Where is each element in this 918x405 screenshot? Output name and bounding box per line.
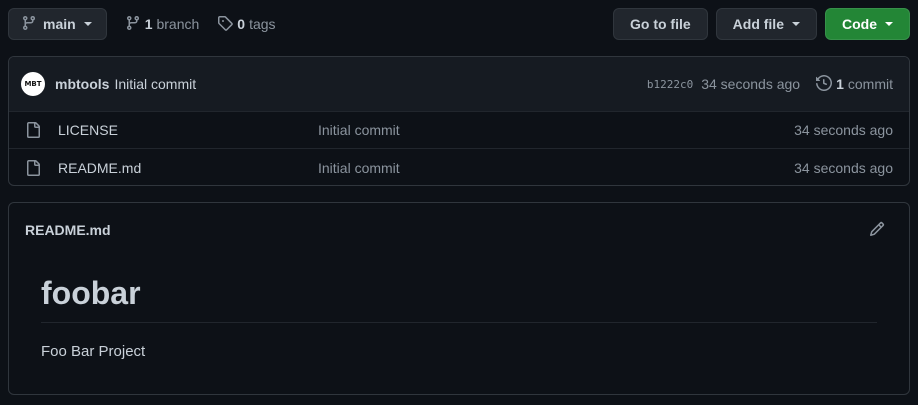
commit-sha[interactable]: b1222c0: [647, 78, 693, 91]
table-row[interactable]: LICENSE Initial commit 34 seconds ago: [9, 112, 909, 149]
add-file-button[interactable]: Add file: [715, 8, 817, 40]
file-age: 34 seconds ago: [794, 159, 893, 176]
tag-label: tags: [249, 16, 276, 32]
commit-label: commit: [847, 76, 893, 92]
branch-name: main: [43, 16, 76, 32]
readme-panel: README.md foobar Foo Bar Project: [8, 202, 910, 395]
code-label: Code: [842, 16, 877, 32]
repo-page: main 1 branch 0 tags Go to file Add file: [0, 0, 918, 405]
readme-header: README.md: [9, 203, 909, 257]
go-to-file-label: Go to file: [629, 16, 691, 32]
add-file-label: Add file: [732, 16, 784, 32]
avatar[interactable]: MBT: [21, 72, 45, 96]
branch-label: branch: [156, 16, 200, 32]
chevron-down-icon: [885, 22, 893, 26]
commit-history-link[interactable]: 1 commit: [816, 74, 893, 94]
code-button[interactable]: Code: [825, 8, 910, 40]
commit-time: 34 seconds ago: [701, 76, 801, 92]
pencil-icon[interactable]: [869, 221, 885, 240]
file-name[interactable]: README.md: [58, 160, 318, 176]
git-branch-icon: [125, 15, 141, 34]
tag-icon: [217, 15, 234, 34]
commit-count: 1: [836, 76, 844, 92]
file-list: MBT mbtools Initial commit b1222c0 34 se…: [8, 56, 910, 186]
branches-link[interactable]: 1 branch: [125, 15, 200, 34]
commit-author[interactable]: mbtools: [55, 76, 109, 92]
branch-select-button[interactable]: main: [8, 8, 107, 40]
latest-commit-row: MBT mbtools Initial commit b1222c0 34 se…: [9, 57, 909, 112]
history-icon: [816, 74, 833, 94]
file-name[interactable]: LICENSE: [58, 122, 318, 138]
readme-heading: foobar: [41, 275, 877, 323]
file-icon: [25, 159, 41, 176]
readme-paragraph: Foo Bar Project: [41, 343, 146, 360]
table-row[interactable]: README.md Initial commit 34 seconds ago: [9, 149, 909, 185]
branch-icon: [21, 15, 37, 34]
chevron-down-icon: [792, 22, 800, 26]
tag-count: 0: [237, 16, 246, 32]
readme-content: foobar Foo Bar Project: [9, 257, 909, 360]
file-commit-message[interactable]: Initial commit: [318, 122, 794, 138]
chevron-down-icon: [83, 22, 92, 26]
go-to-file-button[interactable]: Go to file: [612, 8, 708, 40]
file-icon: [25, 122, 41, 138]
readme-filename[interactable]: README.md: [25, 222, 869, 238]
file-age: 34 seconds ago: [794, 122, 893, 138]
file-commit-message[interactable]: Initial commit: [318, 160, 794, 176]
repo-toolbar: main 1 branch 0 tags Go to file Add file: [8, 8, 910, 40]
tags-link[interactable]: 0 tags: [217, 15, 276, 34]
branch-count: 1: [144, 16, 153, 32]
commit-message[interactable]: Initial commit: [114, 76, 196, 92]
